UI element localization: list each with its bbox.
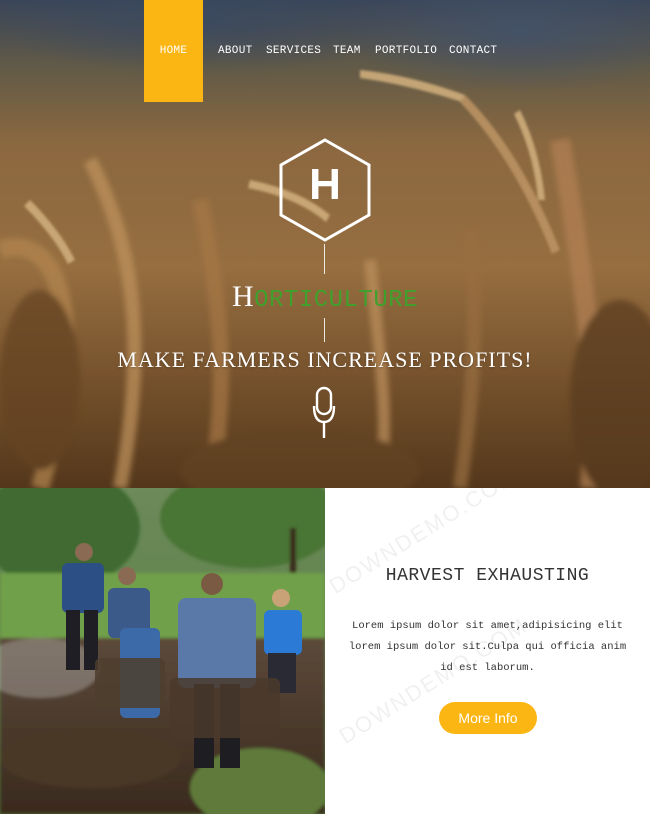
main-nav: HOME ABOUT SERVICES TEAM PORTFOLIO CONTA… [144, 0, 497, 102]
nav-home[interactable]: HOME [144, 0, 203, 102]
feature-panel: DOWNDEMO.COM DOWNDEMO.COM HARVEST EXHAUS… [325, 488, 650, 814]
brand-rest: ORTICULTURE [254, 287, 419, 314]
nav-services[interactable]: SERVICES [266, 0, 321, 57]
nav-team[interactable]: TEAM [333, 0, 361, 57]
hero-tagline: MAKE FARMERS INCREASE PROFITS! [117, 347, 533, 372]
more-info-button[interactable]: More Info [439, 702, 537, 734]
farmers-plowing-image [0, 488, 325, 814]
divider-line [324, 318, 325, 342]
feature-title: HARVEST EXHAUSTING [385, 566, 590, 586]
divider-line [324, 244, 325, 274]
nav-about[interactable]: ABOUT [218, 0, 253, 57]
feature-description: Lorem ipsum dolor sit amet,adipisicing e… [348, 620, 627, 674]
logo-letter: H [309, 160, 341, 209]
microphone-icon[interactable] [312, 386, 336, 440]
brand-title: HORTICULTURE [0, 280, 650, 314]
brand-initial: H [231, 280, 255, 313]
farmers-photo [0, 488, 325, 814]
nav-portfolio[interactable]: PORTFOLIO [375, 0, 437, 57]
nav-contact[interactable]: CONTACT [449, 0, 497, 57]
hexagon-logo[interactable]: H [278, 138, 372, 242]
hero-banner: HOME ABOUT SERVICES TEAM PORTFOLIO CONTA… [0, 0, 650, 488]
